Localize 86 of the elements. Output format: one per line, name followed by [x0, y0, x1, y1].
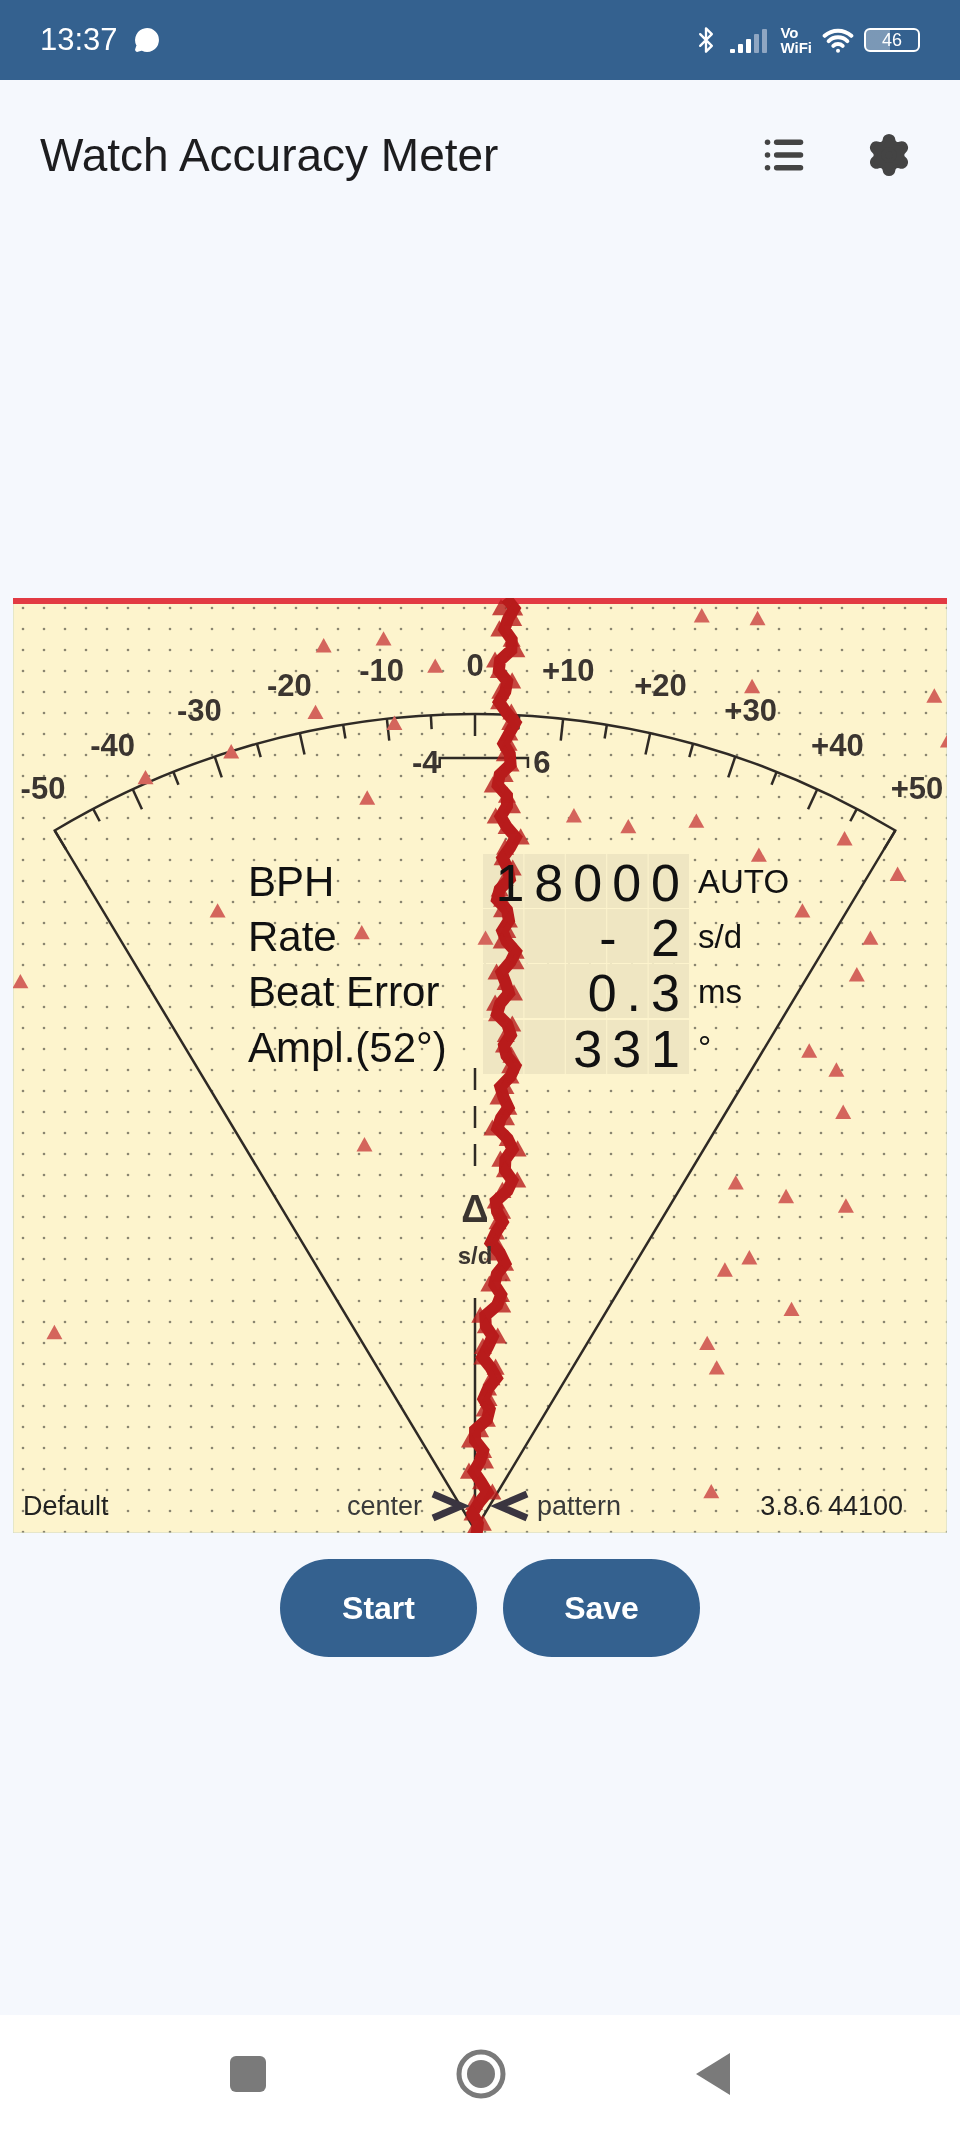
back-button[interactable]: [696, 2053, 730, 2095]
scale-label: 0: [466, 648, 484, 683]
triangle-marker: [828, 1062, 845, 1077]
reading-label: Rate: [248, 913, 337, 960]
profile-label: Default: [23, 1491, 109, 1521]
triangle-marker: [693, 608, 710, 623]
status-time: 13:37: [40, 22, 118, 58]
reading-value: 0.3: [587, 964, 690, 1022]
triangle-marker: [749, 610, 766, 626]
reading-unit: ms: [698, 973, 742, 1010]
triangle-marker: [356, 1137, 373, 1152]
scale-label: +20: [634, 668, 687, 704]
scale-label: +40: [811, 727, 864, 763]
reading-label: Beat Error: [248, 968, 440, 1015]
network-label: WiFi: [780, 40, 812, 55]
delta-unit: s/d: [457, 1242, 493, 1269]
triangle-marker: [315, 638, 332, 653]
reading-unit: s/d: [698, 918, 743, 955]
triangle-marker: [744, 678, 761, 694]
triangle-marker: [741, 1250, 758, 1265]
triangle-marker: [13, 973, 29, 989]
triangle-marker: [750, 847, 767, 862]
triangle-marker: [209, 903, 226, 918]
action-button[interactable]: Save: [503, 1559, 700, 1657]
triangle-marker: [926, 688, 943, 703]
back-icon: [696, 2053, 730, 2095]
triangle-marker: [477, 930, 494, 945]
tolerance-label: -4: [411, 745, 440, 780]
triangle-marker: [699, 1335, 716, 1351]
scale-label: -10: [359, 653, 405, 689]
version-label: 3.8.6 44100: [760, 1491, 903, 1521]
app-title: Watch Accuracy Meter: [40, 128, 500, 182]
triangle-marker: [688, 813, 705, 828]
scale-label: -30: [177, 693, 222, 729]
action-button[interactable]: Start: [280, 1559, 477, 1657]
triangle-marker: [703, 1483, 720, 1499]
scale-label: -50: [20, 771, 66, 807]
center-label: center: [346, 1491, 422, 1521]
triangle-marker: [565, 808, 582, 823]
reading-unit: AUTO: [698, 863, 790, 900]
scale-label: -20: [267, 668, 312, 704]
triangle-marker: [137, 769, 154, 785]
triangle-marker: [427, 658, 444, 673]
triangle-marker: [778, 1188, 795, 1204]
tolerance-label: 6: [533, 745, 551, 780]
triangle-marker: [708, 1360, 725, 1375]
square-icon: [230, 2056, 266, 2092]
triangle-marker: [889, 866, 906, 881]
chevron-icon: [490, 1490, 529, 1522]
network-label: Vo: [780, 25, 800, 40]
triangle-marker: [307, 704, 324, 720]
triangle-marker: [939, 733, 947, 748]
reading-value: - 2: [599, 909, 690, 967]
reading-label: Ampl.(52°): [248, 1024, 447, 1071]
triangle-marker: [353, 924, 370, 940]
triangle-marker: [848, 967, 865, 982]
triangle-marker: [801, 1043, 818, 1058]
triangle-marker: [783, 1301, 800, 1317]
triangle-marker: [359, 790, 376, 805]
scale-label: +50: [890, 771, 944, 807]
delta-symbol: Δ: [461, 1188, 489, 1230]
triangle-marker: [375, 631, 392, 646]
chevron-icon: [431, 1490, 470, 1522]
scale-label: +10: [542, 653, 595, 689]
recents-button[interactable]: [230, 2056, 266, 2092]
triangle-marker: [837, 1198, 854, 1213]
scale-label: -40: [90, 727, 135, 763]
triangle-marker: [794, 903, 811, 918]
home-button[interactable]: [456, 2049, 506, 2099]
reading-unit: °: [698, 1029, 712, 1066]
triangle-marker: [835, 1104, 852, 1119]
battery-percent: 46: [882, 29, 902, 51]
pattern-label: pattern: [537, 1491, 622, 1521]
reading-label: BPH: [248, 858, 335, 905]
triangle-marker: [386, 715, 403, 730]
triangle-marker: [716, 1262, 733, 1277]
triangle-marker: [862, 930, 879, 945]
home-icon: [456, 2049, 506, 2099]
triangle-marker: [46, 1324, 63, 1340]
reading-value: 331: [573, 1020, 690, 1078]
triangle-marker: [727, 1175, 744, 1190]
chat-bubble-icon: [133, 27, 160, 53]
scale-label: +30: [724, 693, 777, 729]
triangle-marker: [223, 744, 240, 759]
triangle-marker: [836, 831, 853, 846]
triangle-marker: [620, 818, 637, 834]
